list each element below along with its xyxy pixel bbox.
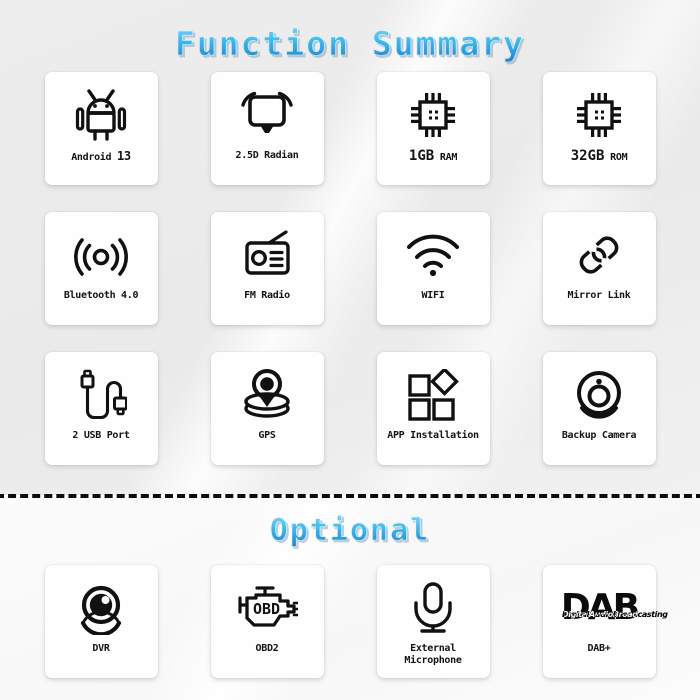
feature-card-fm-radio[interactable]: FM Radio bbox=[210, 212, 324, 325]
optional-card-dvr[interactable]: DVR bbox=[44, 565, 158, 678]
optional-card-external-microphone[interactable]: External Microphone bbox=[376, 565, 490, 678]
feature-card-rom[interactable]: 32GB ROM bbox=[542, 72, 656, 185]
feature-card-android[interactable]: Android 13 bbox=[44, 72, 158, 185]
feature-label: 2.5D Radian bbox=[235, 150, 299, 161]
optional-grid: DVR OBD OBD2 External Microphone DAB Dig… bbox=[0, 565, 700, 678]
feature-label-main: 32GB bbox=[570, 148, 605, 164]
optional-card-dab[interactable]: DAB DigitalAudioBroadcasting DAB+ bbox=[542, 565, 668, 678]
feature-label: 1GB RAM bbox=[379, 148, 487, 164]
section-divider bbox=[0, 494, 700, 498]
wifi-icon bbox=[377, 224, 490, 286]
feature-card-mirror-link[interactable]: Mirror Link bbox=[542, 212, 656, 325]
feature-label: Mirror Link bbox=[567, 290, 631, 301]
feature-card-app-installation[interactable]: APP Installation bbox=[376, 352, 490, 465]
feature-card-ram[interactable]: 1GB RAM bbox=[376, 72, 490, 185]
feature-label: FM Radio bbox=[244, 290, 290, 301]
optional-label: DAB+ bbox=[587, 643, 611, 654]
microphone-icon bbox=[377, 577, 490, 639]
dab-logo-icon: DAB DigitalAudioBroadcasting bbox=[543, 577, 668, 639]
feature-card-bluetooth[interactable]: Bluetooth 4.0 bbox=[44, 212, 158, 325]
feature-label-unit-text: RAM bbox=[439, 152, 458, 163]
app-grid-icon bbox=[377, 364, 490, 426]
page-title-function-summary: Function Summary bbox=[0, 24, 700, 64]
feature-label: WIFI bbox=[421, 290, 445, 301]
android-robot-icon bbox=[45, 84, 158, 146]
product-feature-sheet: Function Summary Android 13 2.5D Radian … bbox=[0, 0, 700, 700]
feature-label-main: 1GB bbox=[408, 148, 435, 164]
usb-cable-icon bbox=[45, 364, 158, 426]
feature-card-backup-camera[interactable]: Backup Camera bbox=[542, 352, 656, 465]
dab-logo-subtext: DigitalAudioBroadcasting bbox=[562, 610, 668, 619]
feature-card-gps[interactable]: GPS bbox=[210, 352, 324, 465]
feature-label: 32GB ROM bbox=[545, 148, 653, 164]
dab-logo-text: DAB bbox=[560, 587, 640, 628]
feature-label-strong: 13 bbox=[116, 149, 131, 163]
monitor-rotate-icon bbox=[211, 84, 324, 146]
cpu-chip-icon bbox=[377, 84, 490, 146]
backup-camera-icon bbox=[543, 364, 656, 426]
feature-label-main: Android bbox=[71, 152, 117, 163]
feature-card-usb[interactable]: 2 USB Port bbox=[44, 352, 158, 465]
feature-label: Android 13 bbox=[47, 150, 155, 164]
feature-card-wifi[interactable]: WIFI bbox=[376, 212, 490, 325]
obd-icon-text: OBD bbox=[253, 600, 280, 618]
optional-label: OBD2 bbox=[255, 643, 279, 654]
feature-card-radian[interactable]: 2.5D Radian bbox=[210, 72, 324, 185]
fm-radio-icon bbox=[211, 224, 324, 286]
page-title-optional: Optional bbox=[0, 513, 700, 549]
optional-label: DVR bbox=[92, 643, 110, 654]
signal-waves-icon bbox=[45, 224, 158, 286]
cpu-chip-icon bbox=[543, 84, 656, 146]
gps-pin-icon bbox=[211, 364, 324, 426]
obd-engine-icon: OBD bbox=[211, 577, 324, 639]
feature-label: Backup Camera bbox=[561, 430, 637, 441]
feature-label: 2 USB Port bbox=[72, 430, 130, 441]
feature-label: Bluetooth 4.0 bbox=[63, 290, 139, 301]
chain-link-icon bbox=[543, 224, 656, 286]
optional-card-obd2[interactable]: OBD OBD2 bbox=[210, 565, 324, 678]
feature-label-unit-text: ROM bbox=[610, 152, 628, 163]
optional-label: External Microphone bbox=[404, 643, 462, 666]
function-summary-grid: Android 13 2.5D Radian 1GB RAM 32GB ROM … bbox=[0, 72, 700, 465]
feature-label: GPS bbox=[258, 430, 276, 441]
feature-label: APP Installation bbox=[387, 430, 479, 441]
dvr-camera-icon bbox=[45, 577, 158, 639]
